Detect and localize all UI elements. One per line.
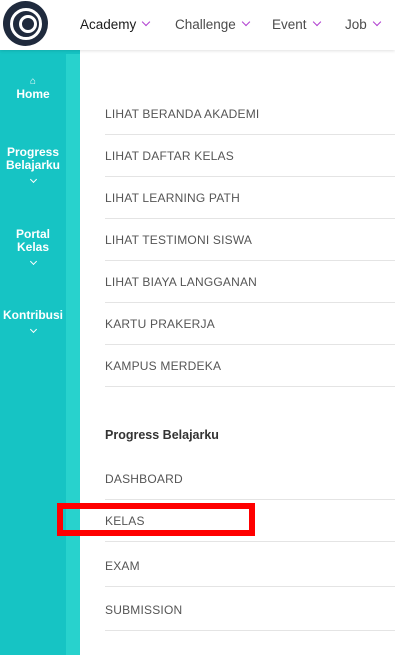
nav-academy-label: Academy [80, 16, 137, 32]
chevron-down-icon [29, 175, 37, 184]
highlight-box [57, 503, 255, 536]
nav-challenge[interactable]: Challenge [175, 15, 251, 33]
chevron-down-icon [29, 325, 37, 334]
menu-item-lihat-daftar-kelas[interactable]: LIHAT DAFTAR KELAS [105, 135, 395, 177]
menu-item-lihat-beranda-akademi[interactable]: LIHAT BERANDA AKADEMI [105, 93, 395, 135]
sidebar-item-progress-belajarku[interactable]: Progress Belajarku [0, 146, 66, 185]
menu-item-dashboard[interactable]: DASHBOARD [105, 458, 395, 500]
sidebar-portal-line2: Kelas [16, 240, 50, 254]
menu-item-kartu-prakerja[interactable]: KARTU PRAKERJA [105, 303, 395, 345]
academy-dropdown-menu: LIHAT BERANDA AKADEMI LIHAT DAFTAR KELAS… [80, 50, 395, 655]
home-icon: ⌂ [29, 76, 37, 87]
menu-item-kampus-merdeka[interactable]: KAMPUS MERDEKA [105, 345, 395, 387]
chevron-down-icon [372, 17, 382, 27]
menu-item-exam[interactable]: EXAM [105, 545, 395, 587]
chevron-down-icon [142, 17, 151, 27]
sidebar-kontribusi-label: Kontribusi [3, 308, 63, 322]
nav-challenge-label: Challenge [175, 16, 236, 32]
nav-event[interactable]: Event [272, 15, 321, 33]
top-navbar: Academy Challenge Event Job [0, 0, 395, 50]
nav-job-label: Job [345, 16, 367, 32]
menu-item-lihat-learning-path[interactable]: LIHAT LEARNING PATH [105, 177, 395, 219]
menu-item-submission[interactable]: SUBMISSION [105, 589, 395, 631]
nav-job[interactable]: Job [345, 15, 382, 33]
sidebar-home-label: Home [16, 87, 50, 101]
sidebar-item-home[interactable]: ⌂ Home [0, 77, 66, 101]
menu-item-lihat-biaya-langganan[interactable]: LIHAT BIAYA LANGGANAN [105, 261, 395, 303]
menu-item-lihat-testimoni-siswa[interactable]: LIHAT TESTIMONI SISWA [105, 219, 395, 261]
g-logo-icon[interactable] [3, 1, 48, 46]
chevron-down-icon [241, 17, 251, 27]
chevron-down-icon [312, 17, 321, 27]
sidebar-edge [66, 54, 80, 655]
sidebar-progress-line2: Belajarku [5, 158, 61, 172]
nav-academy[interactable]: Academy [80, 15, 151, 33]
chevron-down-icon [29, 257, 37, 266]
nav-event-label: Event [272, 16, 307, 32]
section-title-progress-belajarku: Progress Belajarku [105, 428, 219, 442]
sidebar-item-portal-kelas[interactable]: Portal Kelas [0, 228, 66, 267]
sidebar-item-kontribusi[interactable]: Kontribusi [0, 309, 66, 335]
